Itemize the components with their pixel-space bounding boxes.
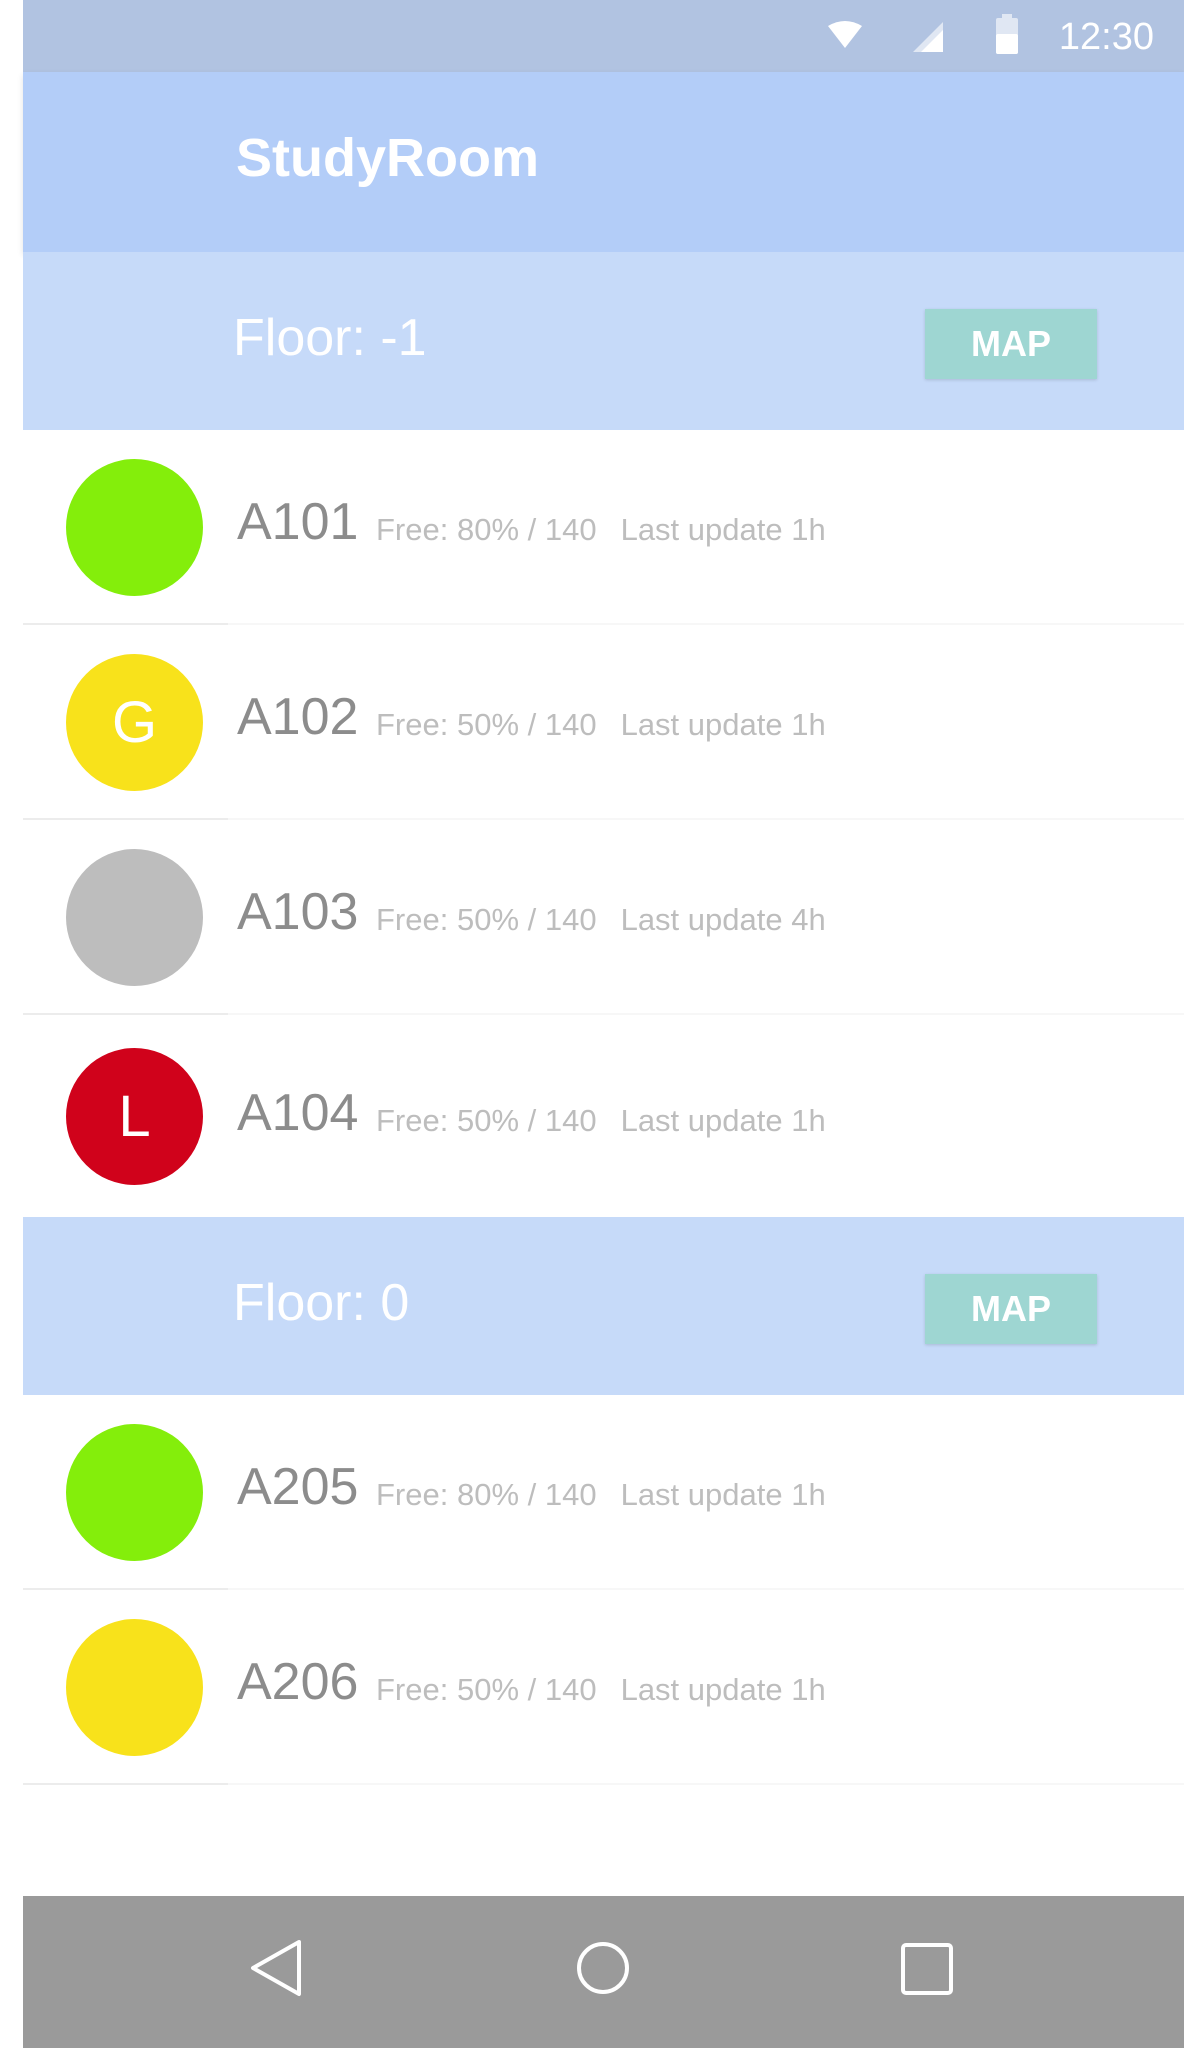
recents-icon[interactable] bbox=[900, 1942, 954, 2001]
divider bbox=[23, 1783, 228, 1785]
room-free: Free: 80% / 140 bbox=[376, 512, 597, 547]
back-icon[interactable] bbox=[249, 1938, 303, 2003]
list-item[interactable]: L A104 Free: 50% / 140 Last update 1h bbox=[23, 1015, 1184, 1217]
room-name: A103 bbox=[237, 883, 359, 941]
room-update: Last update 1h bbox=[620, 1103, 826, 1138]
signal-icon bbox=[913, 22, 943, 57]
room-free: Free: 50% / 140 bbox=[376, 707, 597, 742]
avatar bbox=[66, 1424, 203, 1561]
room-name: A205 bbox=[237, 1458, 359, 1516]
room-update: Last update 4h bbox=[620, 902, 826, 937]
app-bar: StudyRoom bbox=[23, 72, 1184, 252]
avatar bbox=[66, 849, 203, 986]
list-item[interactable]: A103 Free: 50% / 140 Last update 4h bbox=[23, 820, 1184, 1015]
avatar: G bbox=[66, 654, 203, 791]
status-time: 12:30 bbox=[1058, 16, 1154, 58]
battery-icon bbox=[996, 14, 1018, 59]
room-free: Free: 80% / 140 bbox=[376, 1477, 597, 1512]
room-update: Last update 1h bbox=[620, 1477, 826, 1512]
floor-label: Floor: -1 bbox=[233, 309, 427, 367]
room-info: Free: 50% / 140 Last update 1h bbox=[376, 1672, 826, 1708]
app-title: StudyRoom bbox=[236, 128, 539, 188]
phone-frame: 12:30 StudyRoom Floor: -1 MAP A101 Free:… bbox=[23, 0, 1184, 2048]
list-item[interactable]: G A102 Free: 50% / 140 Last update 1h bbox=[23, 625, 1184, 820]
floor-header: Floor: 0 MAP bbox=[23, 1217, 1184, 1395]
screen: 12:30 StudyRoom Floor: -1 MAP A101 Free:… bbox=[0, 0, 1184, 2048]
home-icon[interactable] bbox=[575, 1940, 631, 2001]
wifi-icon bbox=[828, 20, 862, 55]
room-update: Last update 1h bbox=[620, 707, 826, 742]
room-info: Free: 50% / 140 Last update 1h bbox=[376, 1103, 826, 1139]
room-info: Free: 80% / 140 Last update 1h bbox=[376, 1477, 826, 1513]
map-button[interactable]: MAP bbox=[925, 309, 1097, 379]
room-update: Last update 1h bbox=[620, 1672, 826, 1707]
room-name: A206 bbox=[237, 1653, 359, 1711]
room-info: Free: 80% / 140 Last update 1h bbox=[376, 512, 826, 548]
navigation-bar bbox=[23, 1896, 1184, 2048]
map-button[interactable]: MAP bbox=[925, 1274, 1097, 1344]
room-info: Free: 50% / 140 Last update 4h bbox=[376, 902, 826, 938]
floor-header: Floor: -1 MAP bbox=[23, 252, 1184, 430]
room-info: Free: 50% / 140 Last update 1h bbox=[376, 707, 826, 743]
avatar bbox=[66, 1619, 203, 1756]
status-bar: 12:30 bbox=[23, 0, 1184, 72]
list-item[interactable]: A205 Free: 80% / 140 Last update 1h bbox=[23, 1395, 1184, 1590]
room-update: Last update 1h bbox=[620, 512, 826, 547]
list-item[interactable]: A101 Free: 80% / 140 Last update 1h bbox=[23, 430, 1184, 625]
divider bbox=[228, 1783, 1184, 1785]
room-free: Free: 50% / 140 bbox=[376, 1672, 597, 1707]
avatar bbox=[66, 459, 203, 596]
room-free: Free: 50% / 140 bbox=[376, 902, 597, 937]
room-free: Free: 50% / 140 bbox=[376, 1103, 597, 1138]
avatar: L bbox=[66, 1048, 203, 1185]
floor-label: Floor: 0 bbox=[233, 1274, 410, 1332]
list-item[interactable]: A206 Free: 50% / 140 Last update 1h bbox=[23, 1590, 1184, 1785]
room-name: A101 bbox=[237, 493, 359, 551]
room-name: A102 bbox=[237, 688, 359, 746]
room-name: A104 bbox=[237, 1084, 359, 1142]
